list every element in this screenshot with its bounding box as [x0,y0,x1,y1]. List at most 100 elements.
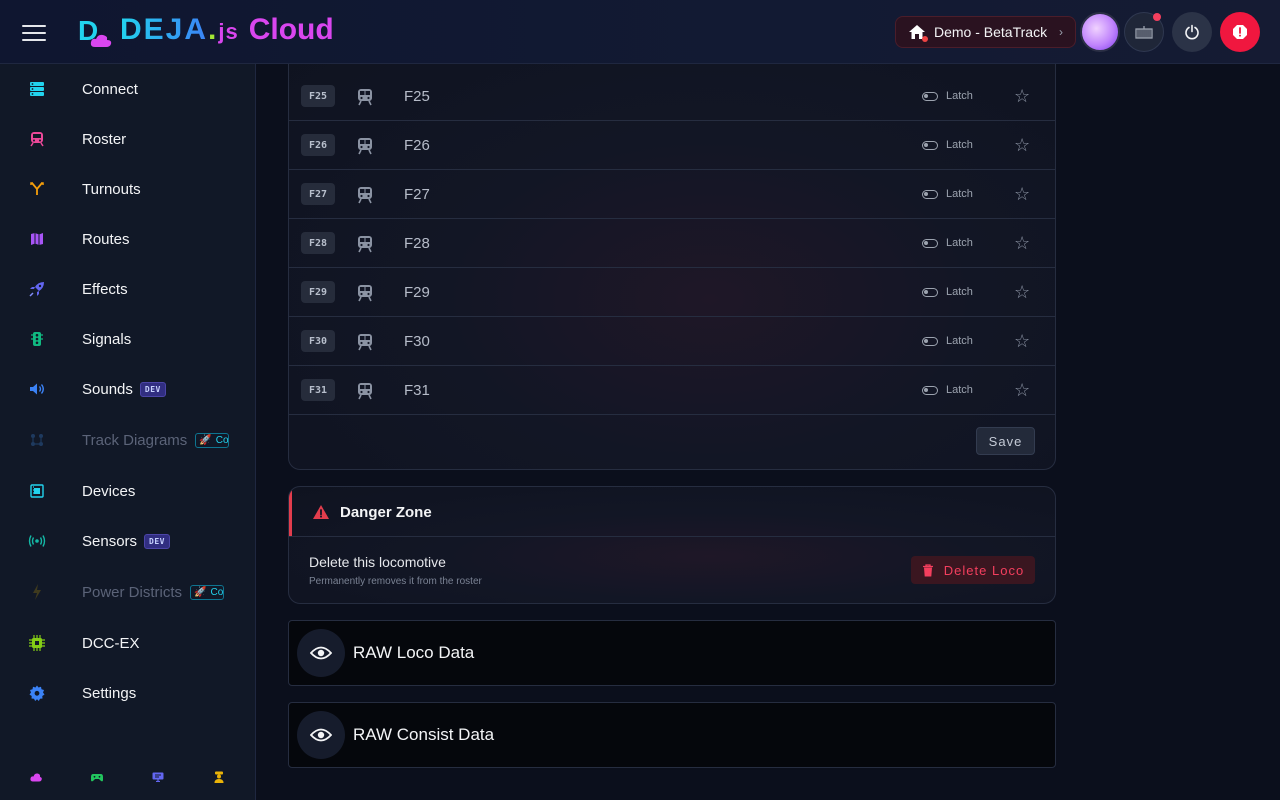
sidebar-item-label: Devices [82,482,136,500]
alert-octagon-icon [1233,25,1247,39]
latch-label: Latch [946,237,973,249]
sidebar-item-turnouts[interactable]: Turnouts [0,165,255,213]
sidebar-item-label: Turnouts [82,180,141,198]
train-icon[interactable] [357,186,373,204]
coming-soon-label: Co [215,434,229,446]
save-button[interactable]: Save [976,427,1035,455]
sidebar: Connect Roster Turnouts Routes Effects S… [0,64,256,800]
brand-js: js [218,19,239,44]
sidebar-item-signals[interactable]: Signals [0,315,255,363]
star-icon[interactable]: ☆ [1014,184,1030,204]
home-icon [908,24,928,42]
function-name[interactable]: F25 [404,88,430,105]
gear-icon [28,684,46,702]
function-row: F28 F28 Latch ☆ [289,219,1055,268]
sidebar-item-sounds[interactable]: Sounds DEV [0,365,255,413]
train-icon[interactable] [357,137,373,155]
star-icon[interactable]: ☆ [1014,331,1030,351]
star-icon[interactable]: ☆ [1014,135,1030,155]
delete-heading: Delete this locomotive [309,554,446,570]
sidebar-item-label: Routes [82,230,130,248]
latch-label: Latch [946,286,973,298]
user-avatar[interactable] [1080,12,1120,52]
eye-icon [297,629,345,677]
latch-toggle[interactable]: Latch [922,90,973,102]
train-icon[interactable] [357,235,373,253]
function-name[interactable]: F26 [404,137,430,154]
sidebar-item-label: Sensors [82,532,138,550]
toggle-icon [922,91,938,101]
danger-zone-card: Danger Zone Delete this locomotive Perma… [288,486,1056,604]
sidebar-item-label: Signals [82,330,132,348]
latch-toggle[interactable]: Latch [922,384,973,396]
train-icon[interactable] [357,88,373,106]
sidebar-item-label: Power Districts [82,583,183,601]
brand-cloud: Cloud [248,13,334,46]
raw-loco-data-panel[interactable]: RAW Loco Data [288,620,1056,686]
trash-icon [922,563,933,576]
sidebar-item-settings[interactable]: Settings [0,669,255,717]
gamepad-icon[interactable] [90,770,104,784]
raw-consist-data-panel[interactable]: RAW Consist Data [288,702,1056,768]
function-name[interactable]: F31 [404,382,430,399]
function-code-badge: F31 [301,379,335,401]
conductor-icon[interactable] [212,770,226,784]
train-icon[interactable] [357,382,373,400]
sidebar-item-connect[interactable]: Connect [0,65,255,113]
latch-label: Latch [946,335,973,347]
function-name[interactable]: F29 [404,284,430,301]
latch-label: Latch [946,139,973,151]
cloud-icon[interactable] [29,770,43,784]
brand-deja: DEJA [120,13,209,46]
app-logo[interactable]: D DEJA.js Cloud [78,13,334,50]
function-name[interactable]: F28 [404,235,430,252]
latch-label: Latch [946,188,973,200]
command-station-button[interactable] [1124,12,1164,52]
train-icon[interactable] [357,333,373,351]
latch-toggle[interactable]: Latch [922,286,973,298]
train-icon [28,130,46,148]
delete-description: Permanently removes it from the roster [309,576,482,587]
coming-soon-label: Co [210,586,224,598]
train-icon[interactable] [357,284,373,302]
toggle-icon [922,140,938,150]
star-icon[interactable]: ☆ [1014,380,1030,400]
latch-toggle[interactable]: Latch [922,335,973,347]
function-name[interactable]: F27 [404,186,430,203]
warning-icon [312,504,330,520]
rocket-icon: 🚀 [199,434,212,446]
server-icon [28,80,46,98]
sidebar-footer [0,760,255,800]
command-station-icon [1135,26,1153,39]
sidebar-item-sensors[interactable]: Sensors DEV [0,517,255,565]
power-button[interactable] [1172,12,1212,52]
traffic-light-icon [28,330,46,348]
sidebar-item-devices[interactable]: Devices [0,467,255,515]
delete-loco-label: Delete Loco [943,562,1025,578]
latch-toggle[interactable]: Latch [922,237,973,249]
sidebar-item-effects[interactable]: Effects [0,265,255,313]
emergency-stop-button[interactable] [1220,12,1260,52]
star-icon[interactable]: ☆ [1014,233,1030,253]
raw-consist-data-label: RAW Consist Data [353,725,495,744]
latch-toggle[interactable]: Latch [922,188,973,200]
star-icon[interactable]: ☆ [1014,86,1030,106]
delete-loco-button[interactable]: Delete Loco [911,556,1035,584]
sidebar-item-routes[interactable]: Routes [0,215,255,263]
brand-dot: . [208,13,219,46]
sidebar-item-track-diagrams[interactable]: Track Diagrams 🚀 Co [0,416,255,464]
sidebar-item-dcc-ex[interactable]: DCC-EX [0,619,255,667]
toggle-icon [922,189,938,199]
function-row: F26 F26 Latch ☆ [289,121,1055,170]
function-row: F31 F31 Latch ☆ [289,366,1055,415]
function-name[interactable]: F30 [404,333,430,350]
layout-label: Demo - BetaTrack [934,24,1048,40]
latch-toggle[interactable]: Latch [922,139,973,151]
sidebar-item-roster[interactable]: Roster [0,115,255,163]
sidebar-item-power-districts[interactable]: Power Districts 🚀 Co [0,568,255,616]
function-code-badge: F27 [301,183,335,205]
star-icon[interactable]: ☆ [1014,282,1030,302]
layout-selector[interactable]: Demo - BetaTrack › [895,16,1076,48]
hamburger-menu-icon[interactable] [22,22,46,42]
monitor-icon[interactable] [151,770,165,784]
